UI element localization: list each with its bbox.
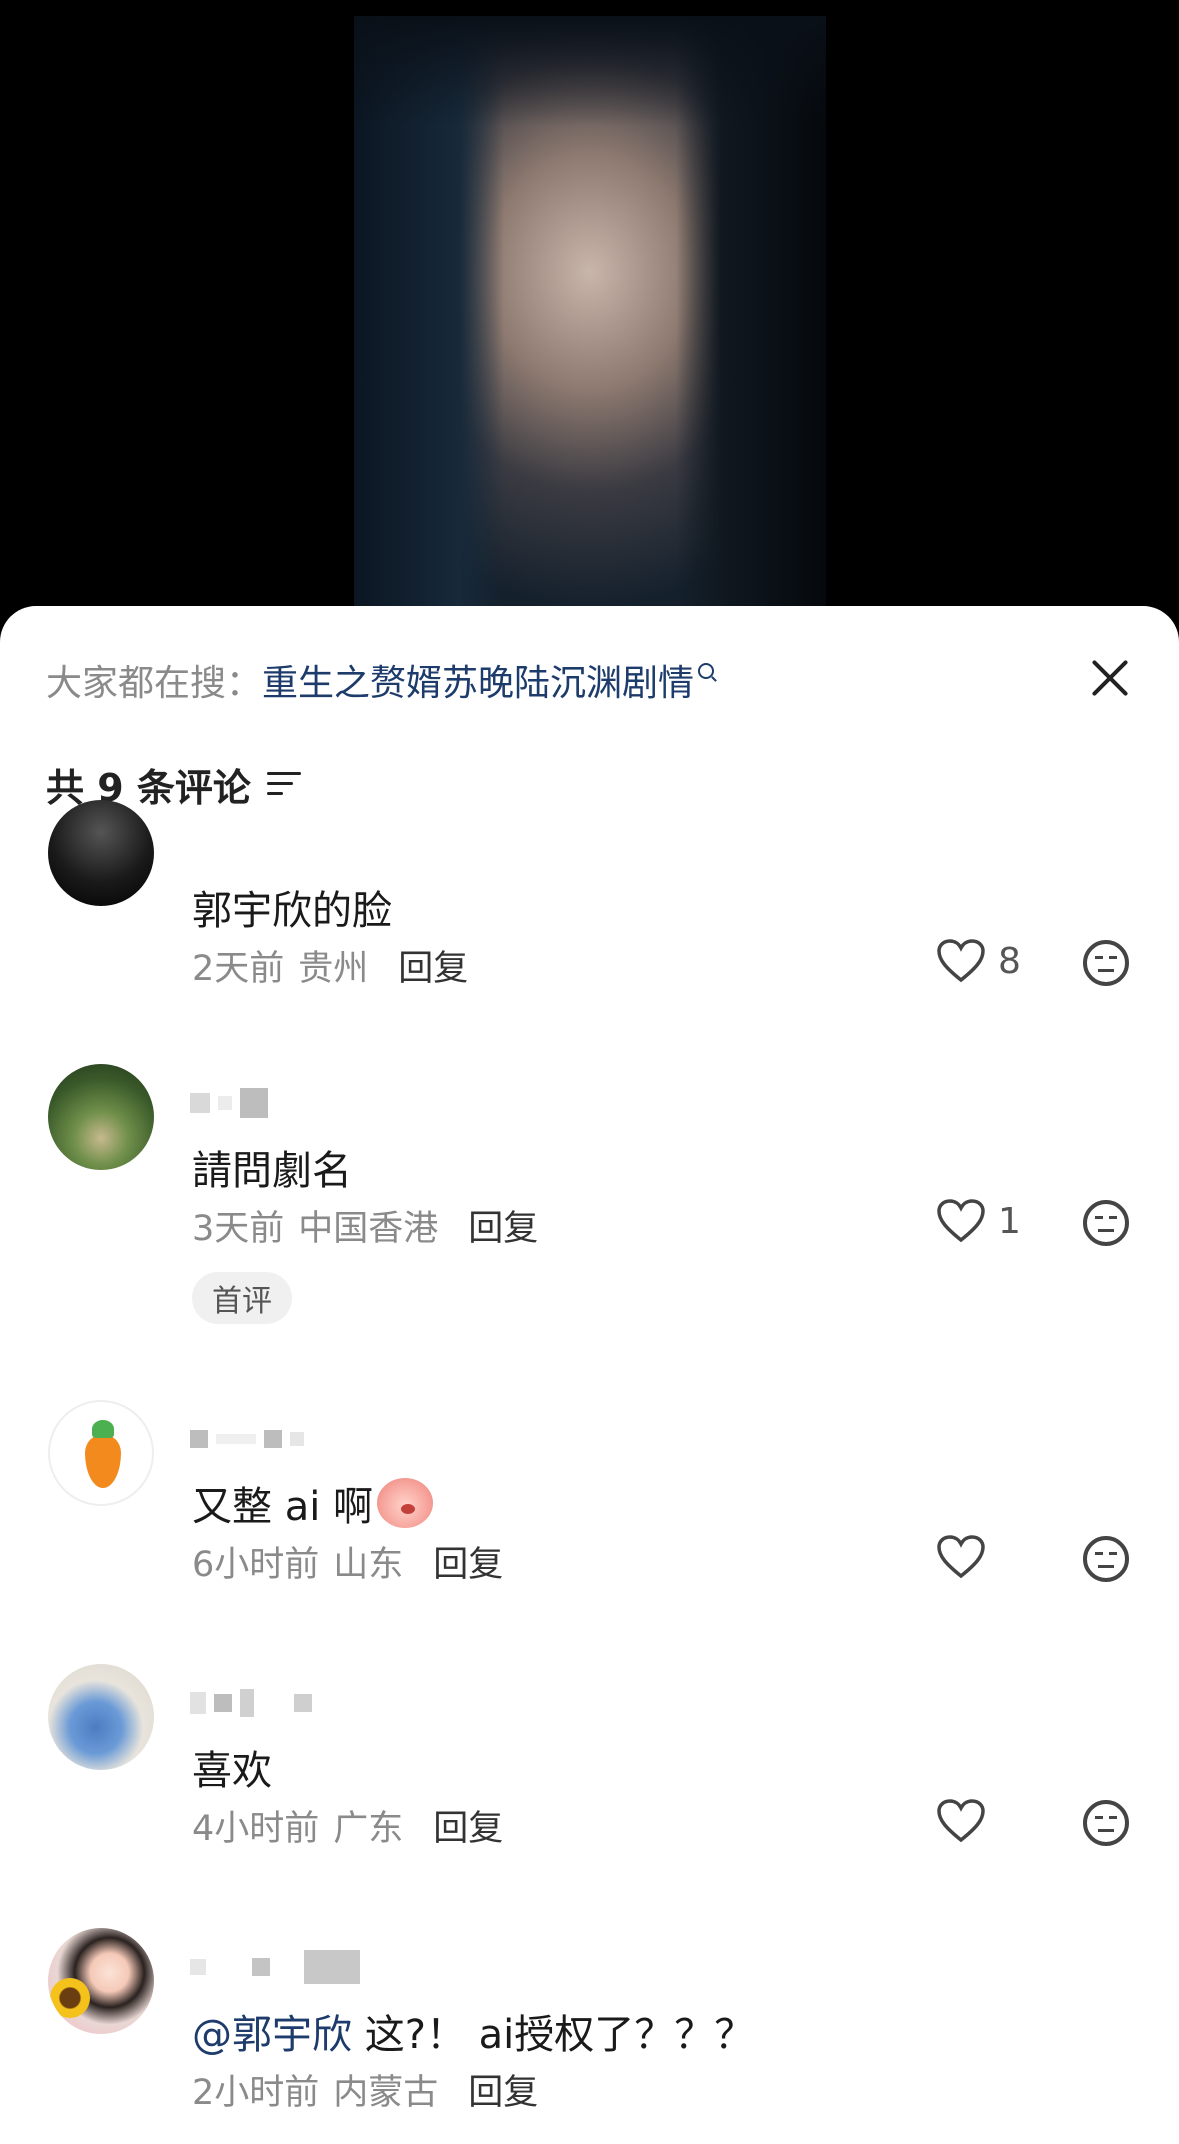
comment-item: 喜欢 4小时前 广东 回复 [0, 1658, 1179, 1878]
heart-icon [937, 1799, 985, 1843]
comment-meta: 2天前 贵州 回复 [192, 940, 468, 991]
reply-button[interactable]: 回复 [468, 1200, 538, 1251]
avatar[interactable] [48, 1928, 154, 2034]
user-name-redacted[interactable] [190, 1088, 268, 1118]
comment-location: 中国香港 [298, 1209, 439, 1249]
like-button[interactable] [936, 1798, 998, 1844]
comment-meta: 3天前 中国香港 回复 [192, 1200, 538, 1251]
comment-meta: 6小时前 山东 回复 [192, 1536, 503, 1587]
avatar[interactable] [48, 1400, 154, 1506]
sunflower-icon [50, 1978, 90, 2018]
trending-search-term[interactable]: 重生之赘婿苏晚陆沉渊剧情 [262, 654, 694, 706]
comment-item: 請問劇名 3天前 中国香港 回复 1 首评 [0, 1058, 1179, 1358]
comment-time: 3天前 [192, 1209, 285, 1249]
comment-time: 6小时前 [192, 1545, 320, 1585]
dislike-icon[interactable] [1083, 1200, 1129, 1246]
carrot-icon [85, 1434, 121, 1488]
video-player[interactable] [0, 0, 1179, 640]
comment-sheet: 大家都在搜： 重生之赘婿苏晚陆沉渊剧情 共 9 条评论 郭宇欣的脸 2天前 贵州… [0, 606, 1179, 2144]
heart-icon [937, 1535, 985, 1579]
avatar[interactable] [48, 800, 154, 906]
user-name-redacted[interactable] [190, 1688, 312, 1718]
comment-location: 山东 [333, 1545, 404, 1585]
comment-text-body: 这?！ ai授权了？？？ [352, 2012, 755, 2058]
reply-button[interactable]: 回复 [433, 1536, 503, 1587]
avatar[interactable] [48, 1664, 154, 1770]
search-icon [698, 663, 715, 679]
avatar[interactable] [48, 1064, 154, 1170]
comment-text: 喜欢 [192, 1748, 272, 1794]
comment-count-label: 共 9 条评论 [46, 765, 251, 810]
comment-location: 贵州 [298, 949, 369, 989]
first-comment-badge: 首评 [192, 1272, 292, 1324]
comment-time: 4小时前 [192, 1809, 320, 1849]
reply-button[interactable]: 回复 [398, 940, 468, 991]
user-name-redacted[interactable] [190, 1950, 360, 1984]
dislike-icon[interactable] [1083, 1536, 1129, 1582]
comment-time: 2小时前 [192, 2073, 320, 2113]
comment-location: 广东 [333, 1809, 404, 1849]
comment-item: @郭宇欣 这?！ ai授权了？？？ 2小时前 内蒙古 回复 [0, 1922, 1179, 2144]
comment-text: @郭宇欣 这?！ ai授权了？？？ [192, 2002, 754, 2060]
heart-icon [937, 939, 985, 983]
comment-meta: 2小时前 内蒙古 回复 [192, 2064, 538, 2115]
comment-text: 請問劇名 [192, 1148, 352, 1194]
comment-text: 又整 ai 啊 [192, 1474, 434, 1532]
like-count: 1 [998, 1200, 1021, 1242]
like-button[interactable] [936, 1534, 998, 1580]
heart-icon [937, 1199, 985, 1243]
comment-item: 又整 ai 啊 6小时前 山东 回复 [0, 1394, 1179, 1614]
user-name-redacted[interactable] [190, 1424, 304, 1454]
comment-text: 郭宇欣的脸 [192, 888, 392, 934]
video-frame-image [354, 16, 826, 626]
like-button[interactable]: 1 [936, 1198, 1021, 1244]
comment-time: 2天前 [192, 949, 285, 989]
comment-text-body: 又整 ai 啊 [192, 1484, 374, 1530]
close-icon[interactable] [1086, 654, 1134, 702]
dislike-icon[interactable] [1083, 1800, 1129, 1846]
trending-search-prefix: 大家都在搜： [46, 663, 263, 704]
comment-item: 郭宇欣的脸 2天前 贵州 回复 8 [0, 800, 1179, 1016]
like-button[interactable]: 8 [936, 938, 1021, 984]
trending-search[interactable]: 大家都在搜： 重生之赘婿苏晚陆沉渊剧情 [46, 650, 715, 710]
comment-meta: 4小时前 广东 回复 [192, 1800, 503, 1851]
reply-button[interactable]: 回复 [433, 1800, 503, 1851]
sort-icon[interactable] [266, 770, 301, 798]
comment-location: 内蒙古 [333, 2073, 439, 2113]
like-count: 8 [998, 940, 1021, 982]
reply-button[interactable]: 回复 [468, 2064, 538, 2115]
dislike-icon[interactable] [1083, 940, 1129, 986]
mention-link[interactable]: @郭宇欣 [192, 2012, 352, 2058]
crying-emoji-icon [377, 1478, 434, 1528]
